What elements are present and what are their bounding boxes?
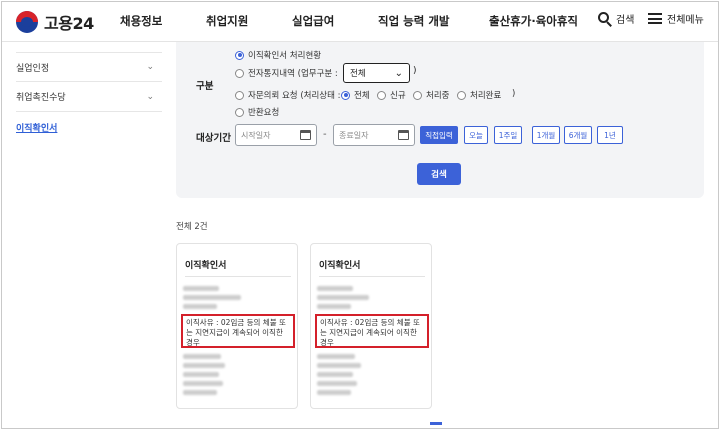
radio-status-new[interactable]: 신규 bbox=[377, 89, 406, 101]
result-count: 전체 2건 bbox=[176, 222, 208, 232]
nav-item-employment-support[interactable]: 취업지원 bbox=[206, 13, 248, 29]
radio-option-label: 반환요청 bbox=[248, 108, 280, 118]
radio-unchecked-icon bbox=[235, 90, 244, 100]
radio-option-status[interactable]: 이직확인서 처리현황 bbox=[235, 49, 321, 61]
end-date-input[interactable]: 종료일자 bbox=[333, 124, 415, 146]
pagination-indicator[interactable] bbox=[430, 422, 442, 425]
redacted-text bbox=[183, 354, 221, 359]
nav-item-parental-leave[interactable]: 출산휴가·육아휴직 bbox=[489, 13, 578, 29]
period-button-1year[interactable]: 1년 bbox=[597, 126, 623, 144]
chevron-down-icon: ⌄ bbox=[394, 67, 403, 79]
radio-status-all[interactable]: 전체 bbox=[341, 89, 370, 101]
start-date-input[interactable]: 시작일자 bbox=[235, 124, 317, 146]
period-button-6month[interactable]: 6개월 bbox=[564, 126, 592, 144]
radio-checked-icon bbox=[341, 90, 350, 100]
separation-reason-highlight: 이직사유 : 02임금 등의 체불 또는 지연지급이 계속되어 이직한 경우 bbox=[315, 314, 429, 348]
start-date-placeholder: 시작일자 bbox=[241, 130, 271, 140]
search-filter-panel: 구분 이직확인서 처리현황 전자통지내역 (업무구분 : 전체 ⌄ ) 자문의뢰… bbox=[176, 42, 704, 198]
sidebar-item-label: 취업촉진수당 bbox=[16, 93, 66, 103]
card-title: 이직확인서 bbox=[185, 261, 227, 271]
redacted-text bbox=[317, 372, 353, 377]
radio-unchecked-icon bbox=[457, 90, 466, 100]
redacted-text bbox=[317, 304, 351, 309]
period-button-1week[interactable]: 1주일 bbox=[494, 126, 522, 144]
radio-option-label: 신규 bbox=[390, 91, 406, 101]
radio-unchecked-icon bbox=[413, 90, 422, 100]
redacted-text bbox=[317, 381, 357, 386]
select-value: 전체 bbox=[350, 69, 366, 79]
radio-option-electronic-notice[interactable]: 전자통지내역 (업무구분 : bbox=[235, 67, 338, 79]
redacted-text bbox=[183, 286, 219, 291]
radio-option-label: 처리중 bbox=[426, 91, 450, 101]
sidebar: 실업인정 ⌄ 취업촉진수당 ⌄ 이직확인서 bbox=[16, 52, 162, 142]
site-header: 고용24 채용정보 취업지원 실업급여 직업 능력 개발 출산휴가·육아휴직 검… bbox=[2, 2, 718, 42]
redacted-text bbox=[183, 381, 223, 386]
chevron-down-icon: ⌄ bbox=[146, 62, 154, 72]
period-button-custom[interactable]: 직접입력 bbox=[420, 126, 458, 144]
redacted-text bbox=[183, 304, 217, 309]
header-search-button[interactable]: 검색 bbox=[598, 11, 635, 27]
search-button[interactable]: 검색 bbox=[417, 163, 461, 185]
calendar-icon[interactable] bbox=[398, 130, 409, 140]
nav-item-unemployment-benefits[interactable]: 실업급여 bbox=[292, 13, 334, 29]
redacted-text bbox=[317, 295, 369, 300]
redacted-text bbox=[317, 354, 355, 359]
radio-option-advisory-request[interactable]: 자문의뢰 요청 (처리상태 : bbox=[235, 89, 341, 101]
period-button-1month[interactable]: 1개월 bbox=[532, 126, 560, 144]
radio-option-label: 전자통지내역 (업무구분 : bbox=[248, 69, 338, 79]
redacted-text bbox=[317, 390, 351, 395]
header-search-label: 검색 bbox=[616, 15, 635, 26]
category-label: 구분 bbox=[196, 81, 214, 92]
card-title: 이직확인서 bbox=[319, 261, 361, 271]
nav-item-jobs[interactable]: 채용정보 bbox=[120, 13, 162, 29]
redacted-text bbox=[183, 295, 241, 300]
logo-text: 고용24 bbox=[44, 14, 94, 33]
calendar-icon[interactable] bbox=[300, 130, 311, 140]
sidebar-item-label: 이직확인서 bbox=[16, 123, 58, 134]
sidebar-item-unemployment-recognition[interactable]: 실업인정 ⌄ bbox=[16, 52, 162, 82]
redacted-text bbox=[183, 372, 219, 377]
radio-option-label: 전체 bbox=[354, 91, 370, 101]
redacted-text bbox=[183, 390, 217, 395]
paren-close: ) bbox=[512, 89, 516, 99]
radio-option-label: 이직확인서 처리현황 bbox=[248, 51, 322, 61]
redacted-text bbox=[317, 363, 361, 368]
all-menu-button[interactable]: 전체메뉴 bbox=[648, 11, 704, 26]
card-divider bbox=[319, 276, 425, 277]
radio-option-label: 처리완료 bbox=[470, 91, 502, 101]
sidebar-item-reemployment-allowance[interactable]: 취업촉진수당 ⌄ bbox=[16, 82, 162, 112]
period-button-today[interactable]: 오늘 bbox=[464, 126, 488, 144]
radio-unchecked-icon bbox=[377, 90, 386, 100]
radio-status-done[interactable]: 처리완료 bbox=[457, 89, 501, 101]
logo-emblem-icon bbox=[16, 11, 38, 33]
page-frame: 고용24 채용정보 취업지원 실업급여 직업 능력 개발 출산휴가·육아휴직 검… bbox=[1, 1, 719, 429]
date-range-dash: - bbox=[323, 129, 327, 140]
redacted-text bbox=[317, 286, 353, 291]
sidebar-item-label: 실업인정 bbox=[16, 63, 50, 74]
logo[interactable]: 고용24 bbox=[16, 10, 94, 34]
redacted-text bbox=[183, 363, 225, 368]
card-divider bbox=[185, 276, 291, 277]
radio-status-processing[interactable]: 처리중 bbox=[413, 89, 449, 101]
separation-reason-highlight: 이직사유 : 02임금 등의 체불 또는 지연지급이 계속되어 이직한 경우 bbox=[181, 314, 295, 348]
end-date-placeholder: 종료일자 bbox=[339, 130, 369, 140]
result-card[interactable]: 이직확인서 이직사유 : 02임금 등의 체불 또는 지연지급이 계속되어 이직… bbox=[310, 243, 432, 409]
search-icon bbox=[598, 11, 612, 27]
business-type-select[interactable]: 전체 ⌄ bbox=[343, 63, 410, 83]
hamburger-icon bbox=[648, 13, 662, 24]
radio-checked-icon bbox=[235, 50, 244, 60]
nav-item-vocational-training[interactable]: 직업 능력 개발 bbox=[378, 13, 450, 29]
result-card[interactable]: 이직확인서 이직사유 : 02임금 등의 체불 또는 지연지급이 계속되어 이직… bbox=[176, 243, 298, 409]
radio-unchecked-icon bbox=[235, 68, 244, 78]
chevron-down-icon: ⌄ bbox=[146, 91, 154, 102]
radio-option-label: 자문의뢰 요청 (처리상태 : bbox=[248, 91, 341, 101]
radio-unchecked-icon bbox=[235, 107, 244, 117]
radio-option-return-request[interactable]: 반환요청 bbox=[235, 106, 279, 118]
period-label: 대상기간 bbox=[196, 133, 231, 144]
all-menu-label: 전체메뉴 bbox=[667, 15, 704, 26]
paren-close: ) bbox=[413, 66, 417, 76]
sidebar-item-separation-certificate[interactable]: 이직확인서 bbox=[16, 112, 162, 142]
